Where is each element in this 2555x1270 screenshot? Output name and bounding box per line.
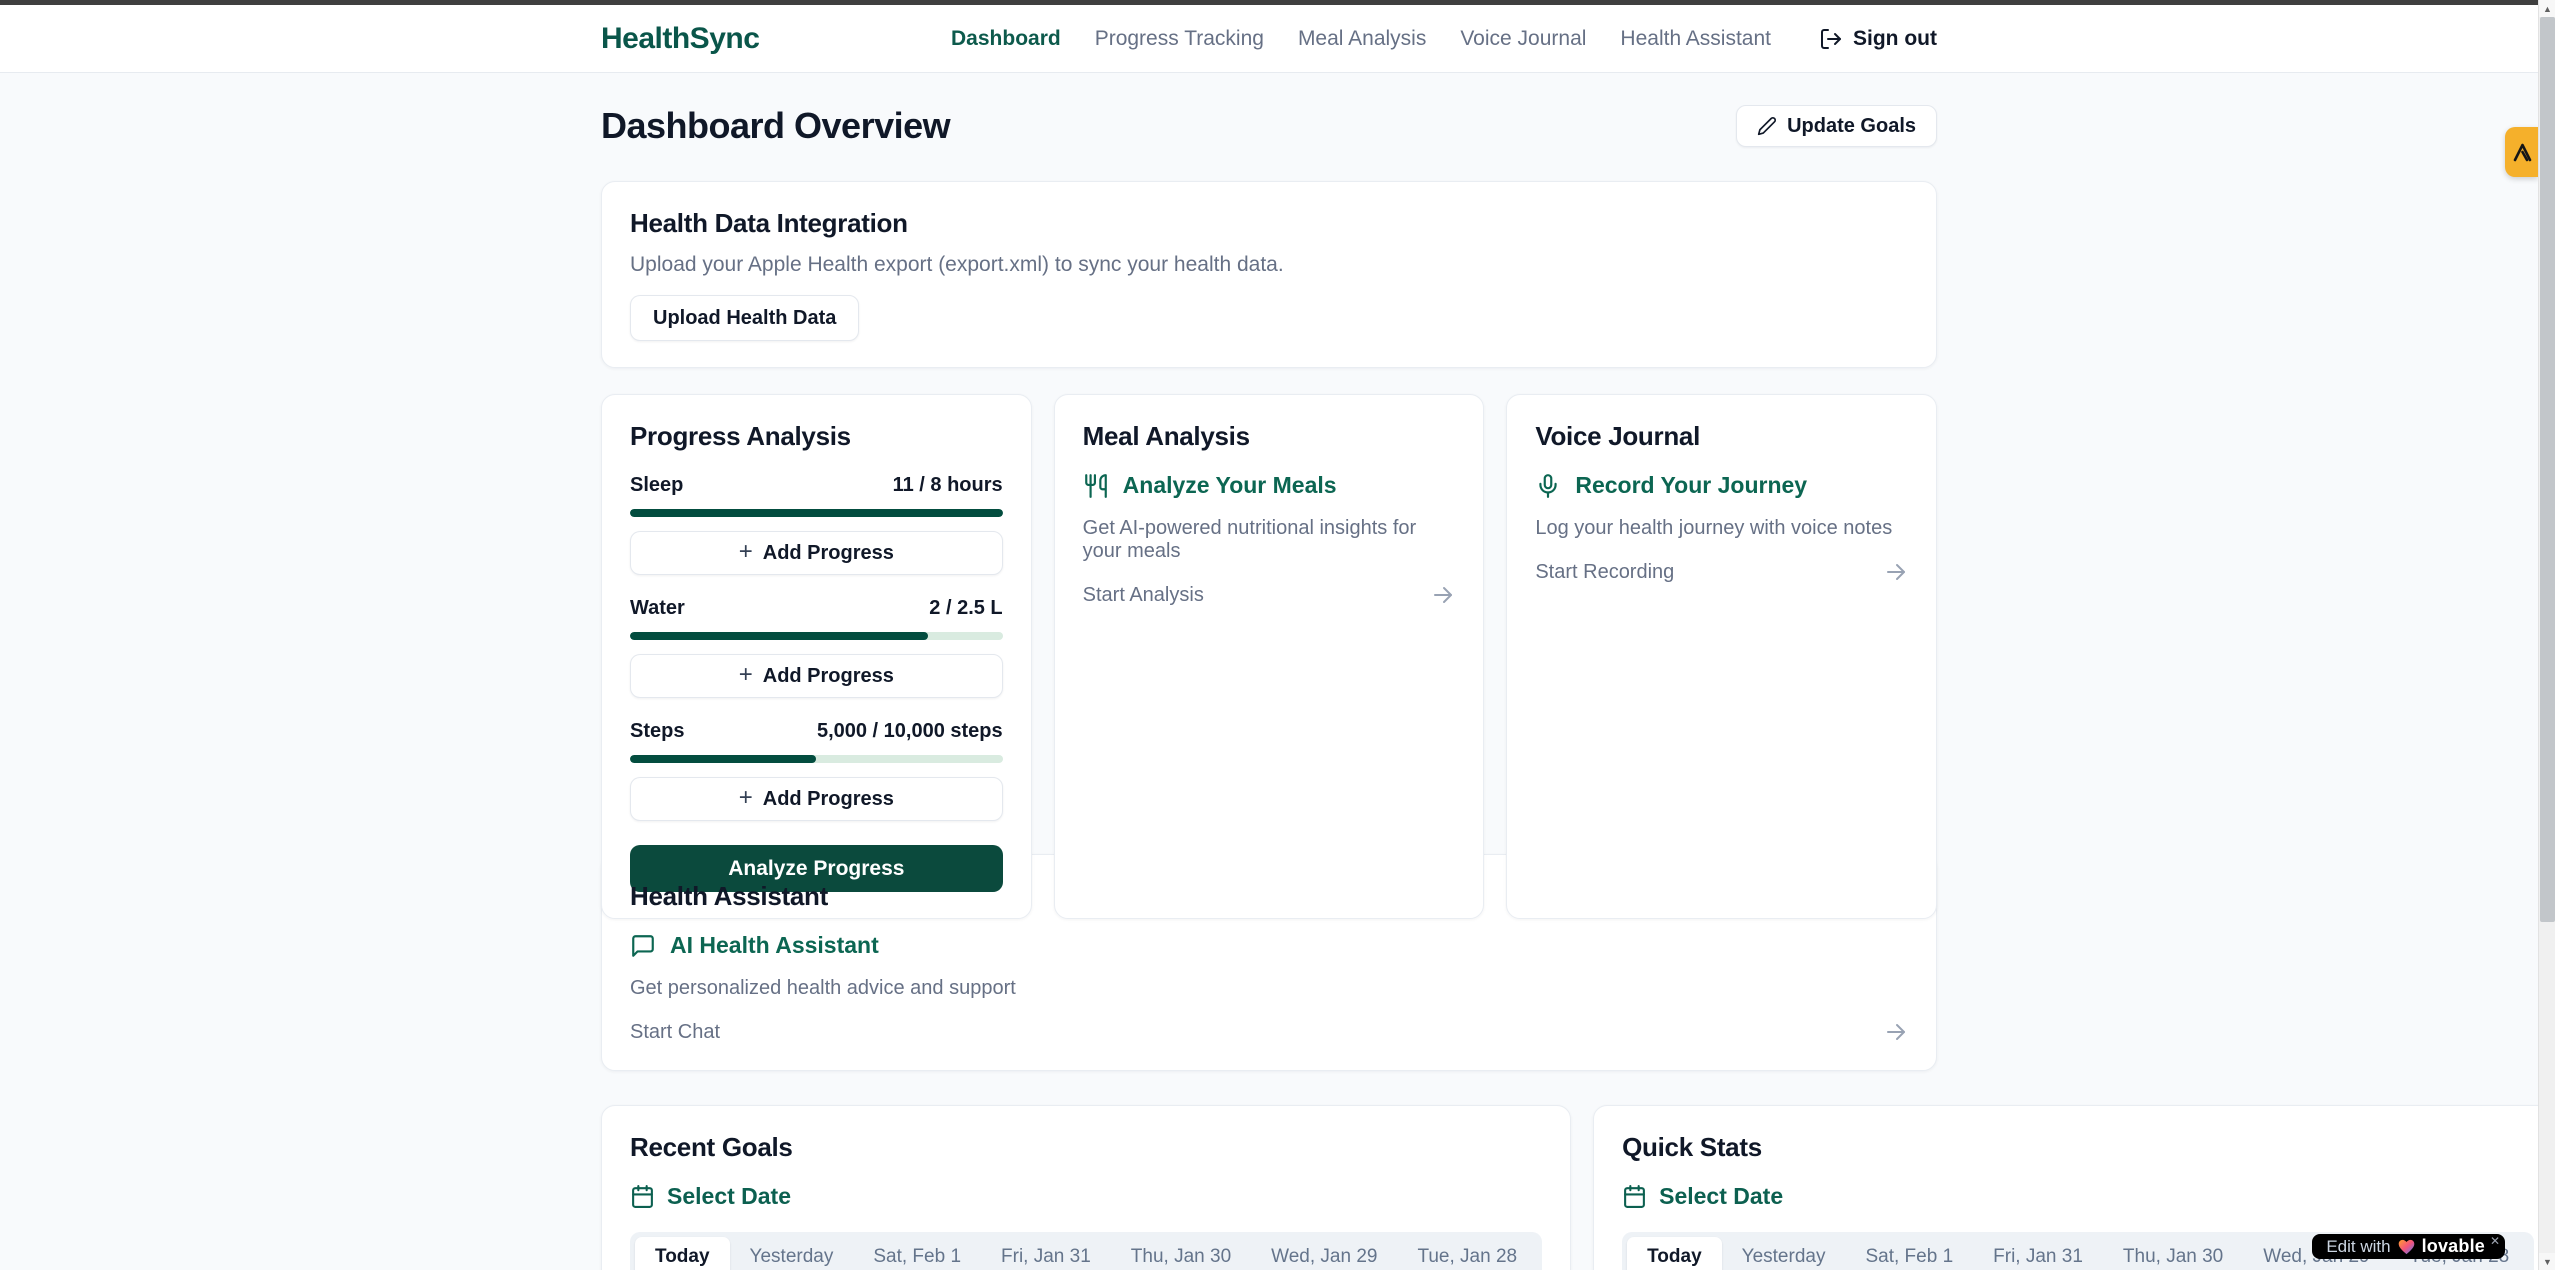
arrow-right-icon	[1431, 583, 1455, 607]
plus-icon: +	[739, 663, 753, 687]
metric-steps: Steps 5,000 / 10,000 steps + Add Progres…	[630, 720, 1003, 821]
browser-top-strip	[0, 0, 2555, 5]
start-recording-link[interactable]: Start Recording	[1535, 560, 1908, 584]
add-water-progress-button[interactable]: + Add Progress	[630, 654, 1003, 698]
voice-journal-card: Voice Journal Record Your Journey Log yo…	[1506, 394, 1937, 919]
tab-sat-feb-1[interactable]: Sat, Feb 1	[853, 1237, 981, 1270]
card-description: Log your health journey with voice notes	[1535, 517, 1908, 540]
arrow-right-icon	[1884, 560, 1908, 584]
nav-voice-journal[interactable]: Voice Journal	[1460, 27, 1586, 51]
chat-bubble-icon	[630, 933, 656, 959]
tab-thu-jan-30[interactable]: Thu, Jan 30	[2103, 1237, 2243, 1270]
nav-health-assistant[interactable]: Health Assistant	[1620, 27, 1771, 51]
lovable-side-tab[interactable]	[2505, 127, 2538, 177]
utensils-icon	[1083, 473, 1109, 499]
metric-label: Steps	[630, 720, 684, 743]
metric-water: Water 2 / 2.5 L + Add Progress	[630, 597, 1003, 698]
update-goals-button[interactable]: Update Goals	[1736, 105, 1937, 147]
card-title: Meal Analysis	[1083, 421, 1456, 452]
main-nav: Dashboard Progress Tracking Meal Analysi…	[951, 27, 1937, 51]
tab-wed-jan-29[interactable]: Wed, Jan 29	[1251, 1237, 1397, 1270]
water-progress-bar	[630, 632, 1003, 640]
record-your-journey-link[interactable]: Record Your Journey	[1535, 472, 1908, 499]
tab-tue-jan-28[interactable]: Tue, Jan 28	[1397, 1237, 1537, 1270]
metric-value: 2 / 2.5 L	[929, 597, 1002, 620]
start-chat-link[interactable]: Start Chat	[630, 1020, 1908, 1044]
tab-today[interactable]: Today	[1627, 1237, 1722, 1270]
nav-dashboard[interactable]: Dashboard	[951, 27, 1061, 51]
metric-sleep: Sleep 11 / 8 hours + Add Progress	[630, 474, 1003, 575]
start-analysis-link[interactable]: Start Analysis	[1083, 583, 1456, 607]
recent-goals-card: Recent Goals Select Date Today Yesterday…	[601, 1105, 1571, 1270]
card-title: Progress Analysis	[630, 421, 1003, 452]
metric-value: 11 / 8 hours	[893, 474, 1003, 497]
select-date-button[interactable]: Select Date	[1622, 1183, 2534, 1210]
badge-prefix: Edit with	[2326, 1237, 2390, 1257]
select-date-button[interactable]: Select Date	[630, 1183, 1542, 1210]
ai-health-assistant-link[interactable]: AI Health Assistant	[630, 932, 1908, 959]
tab-yesterday[interactable]: Yesterday	[1722, 1237, 1846, 1270]
lovable-a-icon	[2510, 140, 2534, 164]
add-steps-progress-button[interactable]: + Add Progress	[630, 777, 1003, 821]
progress-analysis-card: Progress Analysis Sleep 11 / 8 hours + A…	[601, 394, 1032, 919]
sleep-progress-bar	[630, 509, 1003, 517]
card-title: Quick Stats	[1622, 1132, 2534, 1163]
meal-analysis-card: Meal Analysis Analyze Your Meals Get AI-…	[1054, 394, 1485, 919]
nav-progress-tracking[interactable]: Progress Tracking	[1095, 27, 1264, 51]
pencil-icon	[1757, 116, 1777, 136]
analyze-your-meals-link[interactable]: Analyze Your Meals	[1083, 472, 1456, 499]
edit-with-lovable-badge[interactable]: Edit with lovable ✕	[2312, 1234, 2505, 1259]
scroll-up-arrow-icon[interactable]: ▲	[2539, 0, 2555, 17]
steps-progress-bar	[630, 755, 1003, 763]
health-data-integration-card: Health Data Integration Upload your Appl…	[601, 181, 1937, 368]
upload-health-data-button[interactable]: Upload Health Data	[630, 295, 859, 341]
plus-icon: +	[739, 540, 753, 564]
calendar-icon	[630, 1184, 655, 1209]
tab-today[interactable]: Today	[635, 1237, 730, 1270]
card-description: Get AI-powered nutritional insights for …	[1083, 517, 1456, 563]
calendar-icon	[1622, 1184, 1647, 1209]
tab-fri-jan-31[interactable]: Fri, Jan 31	[1973, 1237, 2103, 1270]
app-logo[interactable]: HealthSync	[601, 22, 759, 56]
date-tab-bar: Today Yesterday Sat, Feb 1 Fri, Jan 31 T…	[630, 1232, 1542, 1270]
tab-thu-jan-30[interactable]: Thu, Jan 30	[1111, 1237, 1251, 1270]
page-title: Dashboard Overview	[601, 105, 950, 147]
metric-label: Water	[630, 597, 685, 620]
microphone-icon	[1535, 473, 1561, 499]
tab-fri-jan-31[interactable]: Fri, Jan 31	[981, 1237, 1111, 1270]
sign-out-button[interactable]: Sign out	[1819, 27, 1937, 51]
tab-yesterday[interactable]: Yesterday	[730, 1237, 854, 1270]
scrollbar-thumb[interactable]	[2540, 17, 2555, 922]
metric-value: 5,000 / 10,000 steps	[817, 720, 1003, 743]
scroll-down-arrow-icon[interactable]: ▼	[2539, 1253, 2555, 1270]
vertical-scrollbar[interactable]: ▲ ▼	[2538, 0, 2555, 1270]
card-title: Recent Goals	[630, 1132, 1542, 1163]
card-description: Get personalized health advice and suppo…	[630, 977, 1908, 1000]
card-title: Voice Journal	[1535, 421, 1908, 452]
logout-icon	[1819, 27, 1843, 51]
add-sleep-progress-button[interactable]: + Add Progress	[630, 531, 1003, 575]
card-description: Upload your Apple Health export (export.…	[630, 253, 1908, 277]
metric-label: Sleep	[630, 474, 683, 497]
nav-meal-analysis[interactable]: Meal Analysis	[1298, 27, 1426, 51]
app-header: HealthSync Dashboard Progress Tracking M…	[0, 5, 2538, 73]
close-icon[interactable]: ✕	[2490, 1235, 2500, 1247]
plus-icon: +	[739, 786, 753, 810]
arrow-right-icon	[1884, 1020, 1908, 1044]
badge-brand: lovable	[2422, 1236, 2485, 1257]
heart-icon	[2398, 1239, 2415, 1255]
tab-sat-feb-1[interactable]: Sat, Feb 1	[1845, 1237, 1973, 1270]
card-title: Health Data Integration	[630, 208, 1908, 239]
